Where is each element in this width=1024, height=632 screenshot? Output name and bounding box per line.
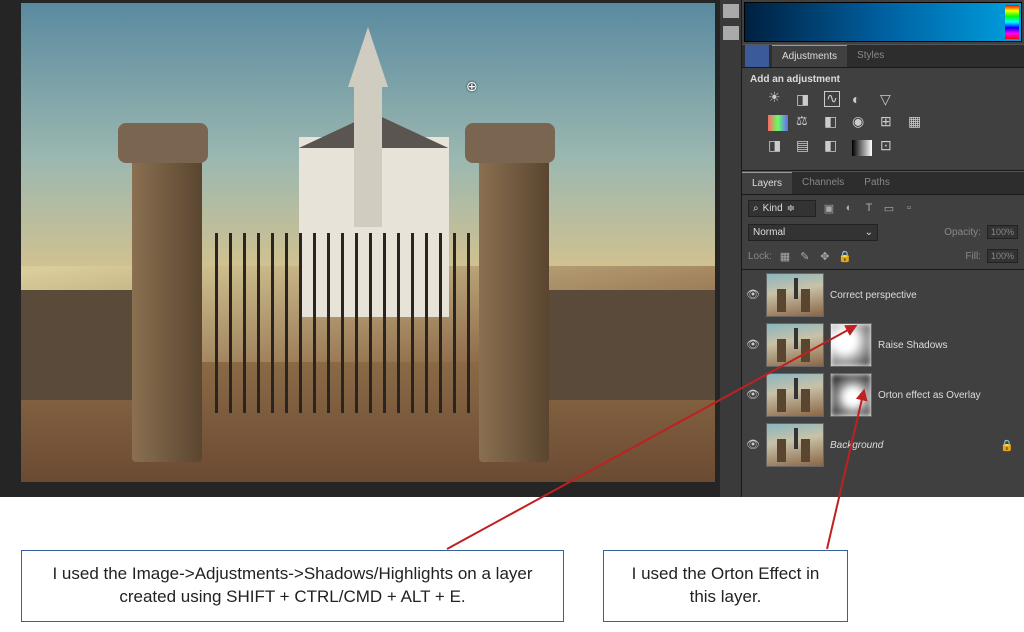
- collapsed-panels-rail[interactable]: [720, 0, 742, 497]
- black-white-icon[interactable]: [824, 113, 844, 129]
- gradient-map-icon[interactable]: [852, 140, 872, 156]
- layer-mask-thumbnail[interactable]: [830, 323, 872, 367]
- layer-row[interactable]: 👁 Correct perspective: [742, 270, 1024, 320]
- layer-row[interactable]: 👁 Background 🔒: [742, 420, 1024, 470]
- lock-image-icon[interactable]: ✎: [798, 249, 812, 263]
- exposure-icon[interactable]: [852, 91, 872, 107]
- adjustments-title: Add an adjustment: [750, 74, 1016, 85]
- filter-type-icon[interactable]: T: [862, 201, 876, 215]
- hue-saturation-icon[interactable]: [768, 115, 788, 131]
- lock-icon: 🔒: [1000, 439, 1014, 452]
- history-icon[interactable]: [723, 4, 739, 18]
- adjustments-panel-header: Adjustments Styles: [742, 44, 1024, 68]
- curves-icon[interactable]: [824, 91, 844, 107]
- photo-filter-icon[interactable]: [852, 113, 872, 129]
- hue-spectrum[interactable]: [1005, 5, 1019, 39]
- layer-row[interactable]: 👁 Raise Shadows: [742, 320, 1024, 370]
- visibility-toggle-icon[interactable]: 👁: [746, 388, 760, 402]
- color-picker-panel[interactable]: [744, 2, 1022, 42]
- color-lookup-icon[interactable]: [908, 113, 928, 129]
- actions-icon[interactable]: [723, 26, 739, 40]
- layer-name[interactable]: Raise Shadows: [878, 340, 947, 351]
- layers-panel-header: Layers Channels Paths: [742, 171, 1024, 195]
- levels-icon[interactable]: [796, 91, 816, 107]
- invert-icon[interactable]: [768, 137, 788, 153]
- filter-smart-icon[interactable]: ▫: [902, 201, 916, 215]
- layer-thumbnail[interactable]: [766, 323, 824, 367]
- layer-name[interactable]: Background: [830, 440, 883, 451]
- lock-transparent-icon[interactable]: ▦: [778, 249, 792, 263]
- threshold-icon[interactable]: [824, 137, 844, 153]
- selective-color-icon[interactable]: [880, 137, 900, 153]
- annotation-shadows-highlights: I used the Image->Adjustments->Shadows/H…: [21, 550, 564, 622]
- blend-mode-select[interactable]: Normal⌄: [748, 224, 878, 241]
- lock-all-icon[interactable]: 🔒: [838, 249, 852, 263]
- photoshop-workspace: ⊕ Adjustments Styles Add an adjustment: [0, 0, 1024, 497]
- visibility-toggle-icon[interactable]: 👁: [746, 338, 760, 352]
- layer-row[interactable]: 👁 Orton effect as Overlay: [742, 370, 1024, 420]
- layer-name[interactable]: Orton effect as Overlay: [878, 390, 981, 401]
- layer-thumbnail[interactable]: [766, 273, 824, 317]
- fill-label: Fill:: [965, 251, 981, 262]
- color-balance-icon[interactable]: [796, 113, 816, 129]
- selection-cursor-icon: ⊕: [466, 78, 478, 95]
- opacity-label: Opacity:: [944, 227, 981, 238]
- fill-value[interactable]: 100%: [987, 249, 1018, 263]
- visibility-toggle-icon[interactable]: 👁: [746, 438, 760, 452]
- layer-name[interactable]: Correct perspective: [830, 290, 917, 301]
- tab-styles[interactable]: Styles: [847, 45, 894, 67]
- annotation-orton-effect: I used the Orton Effect in this layer.: [603, 550, 848, 622]
- right-panels: Adjustments Styles Add an adjustment: [742, 0, 1024, 497]
- tab-layers[interactable]: Layers: [742, 172, 792, 194]
- lock-position-icon[interactable]: ✥: [818, 249, 832, 263]
- tab-adjustments[interactable]: Adjustments: [772, 45, 847, 67]
- layer-thumbnail[interactable]: [766, 373, 824, 417]
- layer-thumbnail[interactable]: [766, 423, 824, 467]
- layer-filter-kind[interactable]: ⌕Kind≑: [748, 200, 816, 217]
- document-canvas[interactable]: ⊕: [21, 3, 715, 482]
- layer-mask-thumbnail[interactable]: [830, 373, 872, 417]
- channel-mixer-icon[interactable]: [880, 113, 900, 129]
- tab-paths[interactable]: Paths: [854, 172, 900, 194]
- filter-pixel-icon[interactable]: ▣: [822, 201, 836, 215]
- layers-controls: ⌕Kind≑ ▣ ◐ T ▭ ▫ Normal⌄ Opacity: 100% L…: [742, 195, 1024, 270]
- layer-list: 👁 Correct perspective 👁 Raise Shadows 👁 …: [742, 270, 1024, 497]
- posterize-icon[interactable]: [796, 137, 816, 153]
- adjustment-thumb-icon: [745, 45, 769, 67]
- opacity-value[interactable]: 100%: [987, 225, 1018, 239]
- tab-channels[interactable]: Channels: [792, 172, 854, 194]
- filter-shape-icon[interactable]: ▭: [882, 201, 896, 215]
- filter-adjust-icon[interactable]: ◐: [842, 201, 856, 215]
- vibrance-icon[interactable]: [880, 91, 900, 107]
- visibility-toggle-icon[interactable]: 👁: [746, 288, 760, 302]
- lock-label: Lock:: [748, 251, 772, 262]
- brightness-contrast-icon[interactable]: [768, 91, 788, 107]
- adjustments-panel-body: Add an adjustment: [742, 68, 1024, 171]
